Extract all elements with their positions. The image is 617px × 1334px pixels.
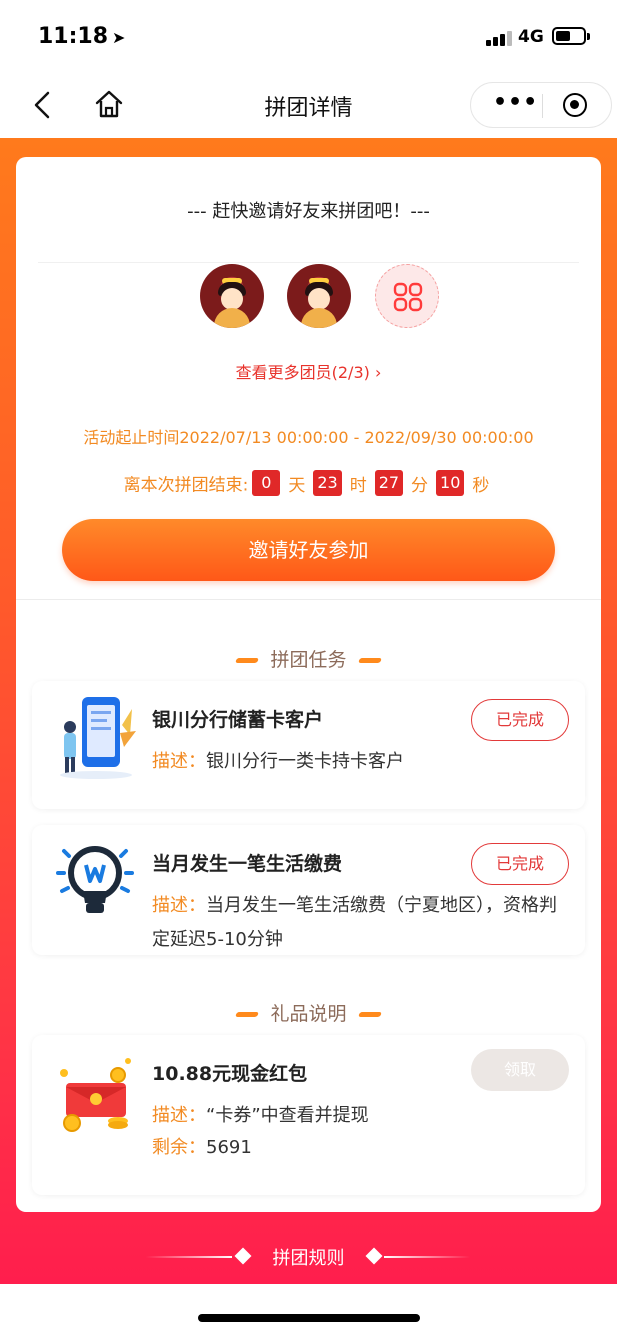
remaining-label: 剩余： (152, 1137, 206, 1158)
task-card: 当月发生一笔生活缴费 描述：当月发生一笔生活缴费（宁夏地区），资格判定延迟5-1… (32, 825, 585, 955)
countdown-hours-unit: 时 (349, 475, 367, 496)
title-dash-left (235, 1012, 260, 1017)
countdown-minutes-unit: 分 (411, 475, 429, 496)
countdown: 离本次拼团结束: 0 天 23 时 27 分 10 秒 (16, 470, 601, 496)
tasks-section-title-text: 拼团任务 (270, 649, 347, 671)
invite-friends-button[interactable]: 邀请好友参加 (62, 519, 555, 581)
task-card: 银川分行储蓄卡客户 描述：银川分行一类卡持卡客户 已完成 (32, 681, 585, 809)
more-icon[interactable]: ••• (493, 92, 537, 118)
countdown-days-unit: 天 (288, 475, 306, 496)
countdown-hours: 23 (313, 470, 342, 496)
countdown-label: 离本次拼团结束: (123, 475, 249, 496)
group-rules-label: 拼团规则 (272, 1248, 345, 1269)
lightbulb-icon (56, 846, 134, 913)
gift-title: 10.88元现金红包 (152, 1063, 308, 1085)
task-description: 描述：当月发生一笔生活缴费（宁夏地区），资格判定延迟5-10分钟 (152, 889, 565, 957)
group-rules-link[interactable]: 拼团规则 (0, 1242, 617, 1272)
divider (16, 599, 601, 600)
gift-card: 10.88元现金红包 描述：“卡券”中查看并提现 剩余：5691 领取 (32, 1035, 585, 1195)
title-dash-right (357, 658, 382, 663)
member-avatar[interactable] (200, 264, 264, 328)
decorative-line (384, 1256, 470, 1258)
tasks-section-title: 拼团任务 (16, 645, 601, 672)
title-dash-left (235, 658, 260, 663)
task-completed-button[interactable]: 已完成 (471, 699, 569, 741)
divider (38, 262, 579, 263)
title-dash-right (357, 1012, 382, 1017)
battery-icon (552, 27, 590, 45)
status-bar: 11:18 ➤ 4G (0, 0, 617, 72)
task-description: 描述：银川分行一类卡持卡客户 (152, 745, 565, 779)
description-text: 银川分行一类卡持卡客户 (206, 751, 404, 772)
activity-time: 活动起止时间2022/07/13 00:00:00 - 2022/09/30 0… (83, 428, 534, 447)
phone-card-illustration-icon (60, 697, 136, 779)
gift-section-title: 礼品说明 (16, 999, 601, 1026)
member-avatar[interactable] (287, 264, 351, 328)
description-text: “卡券”中查看并提现 (206, 1105, 369, 1126)
nav-bar: 拼团详情 ••• (0, 72, 617, 138)
location-arrow-icon: ➤ (112, 28, 126, 47)
remaining-count: 5691 (206, 1137, 252, 1158)
claim-gift-button[interactable]: 领取 (471, 1049, 569, 1091)
description-label: 描述： (152, 751, 206, 772)
capsule-divider (542, 94, 543, 118)
countdown-seconds-unit: 秒 (472, 475, 490, 496)
network-type: 4G (518, 27, 544, 47)
empty-member-slot[interactable] (375, 264, 439, 328)
mini-program-capsule: ••• (470, 82, 612, 128)
task-title: 当月发生一笔生活缴费 (152, 853, 343, 875)
gift-section-title-text: 礼品说明 (270, 1003, 347, 1025)
signal-strength-icon (486, 30, 514, 46)
view-more-members-link[interactable]: 查看更多团员(2/3) › (16, 359, 601, 383)
gift-remaining: 剩余：5691 (152, 1131, 565, 1165)
close-target-icon[interactable] (563, 93, 587, 117)
countdown-days: 0 (252, 470, 281, 496)
group-detail-card: --- 赶快邀请好友来拼团吧！--- 查看更多团员(2/3) › 活动起止时间2… (16, 157, 601, 1212)
home-indicator[interactable] (198, 1314, 420, 1322)
red-envelope-coins-icon (60, 1058, 131, 1132)
countdown-minutes: 27 (374, 470, 404, 496)
status-time: 11:18 ➤ (38, 24, 125, 49)
apps-icon (393, 282, 423, 312)
description-text: 当月发生一笔生活缴费（宁夏地区），资格判定延迟5-10分钟 (152, 895, 557, 950)
countdown-seconds: 10 (436, 470, 465, 496)
description-label: 描述： (152, 1105, 206, 1126)
task-completed-button[interactable]: 已完成 (471, 843, 569, 885)
invite-heading: --- 赶快邀请好友来拼团吧！--- (187, 201, 430, 222)
status-time-text: 11:18 (38, 24, 109, 49)
description-label: 描述： (152, 895, 206, 916)
gift-description: 描述：“卡券”中查看并提现 (152, 1099, 565, 1133)
task-title: 银川分行储蓄卡客户 (152, 709, 324, 731)
